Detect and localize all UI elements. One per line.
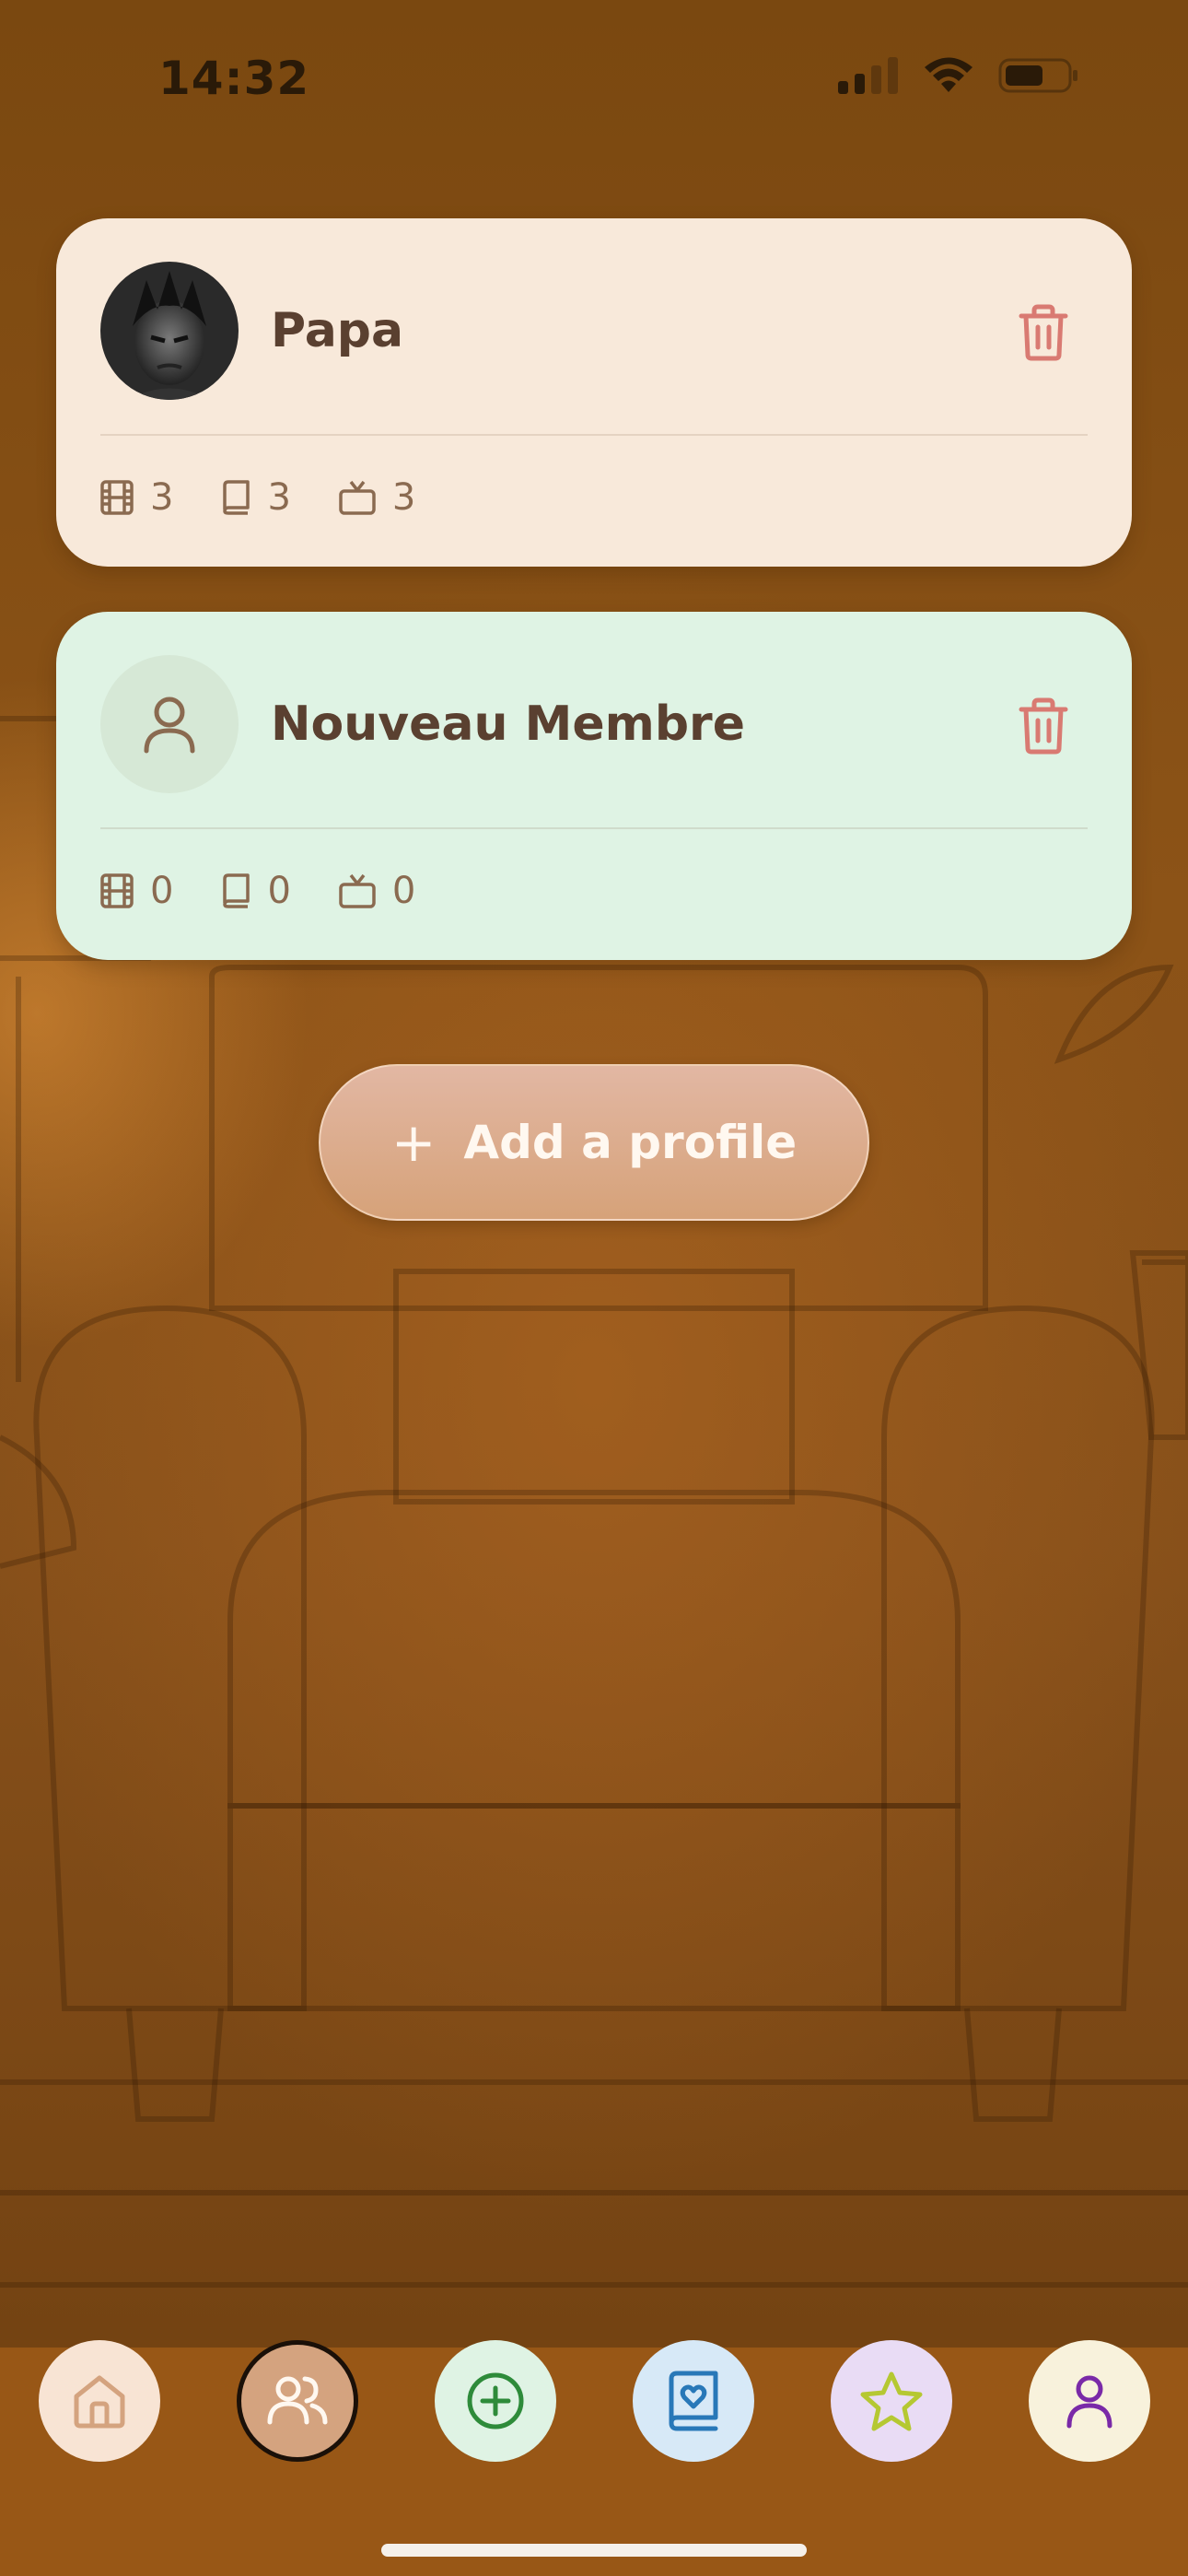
avatar (100, 262, 239, 400)
tv-icon (339, 480, 376, 515)
star-icon (860, 2371, 923, 2431)
profile-name: Nouveau Membre (271, 697, 745, 752)
card-divider (100, 827, 1088, 829)
tv-stat: 0 (339, 870, 415, 912)
tab-favorites[interactable] (831, 2340, 952, 2462)
profile-name: Papa (271, 303, 404, 358)
book-icon (223, 480, 250, 515)
signal-icon (838, 57, 898, 94)
book-icon (223, 873, 250, 908)
trash-icon (1019, 697, 1068, 755)
tv-icon (339, 873, 376, 908)
battery-icon (998, 58, 1077, 93)
tab-profiles[interactable] (237, 2340, 358, 2462)
home-indicator[interactable] (381, 2544, 807, 2557)
tv-stat: 3 (339, 476, 415, 519)
film-icon (100, 873, 134, 908)
users-icon (267, 2376, 328, 2425)
movies-count: 0 (150, 870, 174, 912)
profile-card[interactable]: Papa 3 3 3 (56, 218, 1132, 567)
card-divider (100, 434, 1088, 436)
status-bar: 14:32 (0, 0, 1188, 157)
avatar (100, 655, 239, 793)
add-profile-button[interactable]: + Add a profile (319, 1064, 869, 1221)
status-icons (838, 57, 1079, 94)
home-icon (74, 2375, 125, 2429)
plus-icon: + (390, 1111, 437, 1174)
trash-icon (1019, 304, 1068, 361)
tab-add[interactable] (435, 2340, 556, 2462)
book-heart-icon (669, 2371, 718, 2431)
tv-count: 3 (391, 476, 416, 519)
tab-library[interactable] (633, 2340, 754, 2462)
books-count: 0 (267, 870, 291, 912)
plus-circle-icon (467, 2372, 524, 2430)
delete-profile-button[interactable] (1016, 303, 1071, 362)
movies-stat: 0 (100, 870, 173, 912)
books-stat: 0 (221, 870, 291, 912)
books-stat: 3 (221, 476, 291, 519)
tab-home[interactable] (39, 2340, 160, 2462)
profile-stats: 0 0 0 (100, 870, 415, 912)
add-profile-label: Add a profile (463, 1116, 798, 1169)
delete-profile-button[interactable] (1016, 697, 1071, 755)
profile-stats: 3 3 3 (100, 476, 415, 519)
movies-stat: 3 (100, 476, 173, 519)
movies-count: 3 (150, 476, 174, 519)
books-count: 3 (267, 476, 291, 519)
person-icon (144, 697, 195, 754)
tv-count: 0 (391, 870, 416, 912)
profile-card[interactable]: Nouveau Membre 0 0 0 (56, 612, 1132, 960)
person-icon (1066, 2375, 1112, 2429)
wifi-icon (925, 57, 973, 92)
film-icon (100, 480, 134, 515)
tab-account[interactable] (1029, 2340, 1150, 2462)
tab-bar (0, 2348, 1188, 2576)
status-time: 14:32 (158, 52, 310, 105)
